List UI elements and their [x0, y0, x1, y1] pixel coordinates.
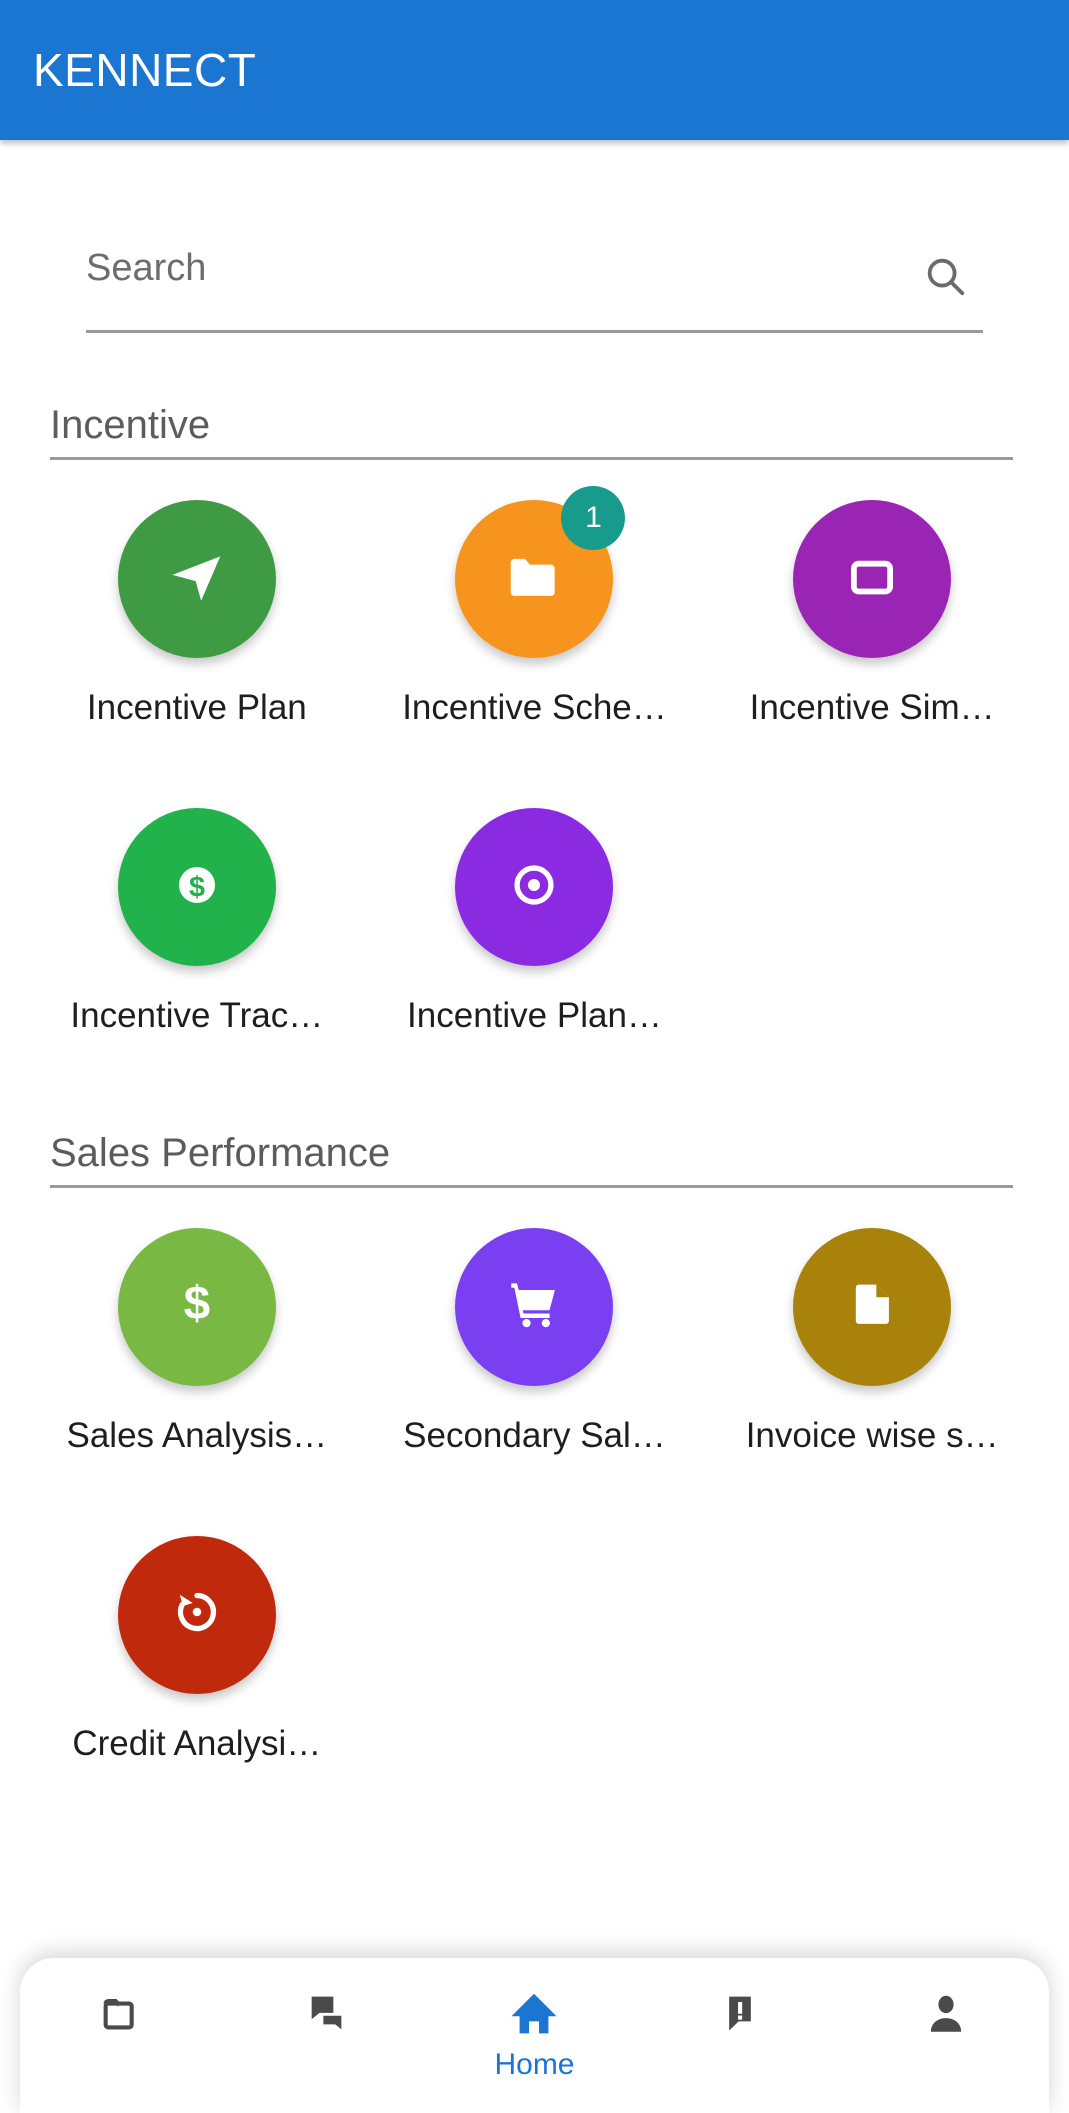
search-bar[interactable] — [86, 248, 983, 333]
tile-circle — [793, 1227, 952, 1386]
nav-item-chat[interactable] — [226, 1986, 432, 2050]
search-icon[interactable] — [919, 250, 971, 302]
tile-label: Credit Analysi… — [72, 1723, 322, 1763]
tile-grid-incentive: Incentive Plan 1 Incentive Sche… Incenti… — [28, 486, 1041, 1065]
folder-icon — [503, 546, 565, 613]
window-icon — [843, 548, 901, 611]
tile-empty — [366, 1536, 704, 1764]
tile-label: Secondary Sal… — [403, 1415, 666, 1455]
send-icon — [166, 546, 228, 613]
nav-label: Home — [494, 2048, 575, 2081]
target-dot-icon — [505, 856, 563, 919]
tile-icon-wrap — [117, 1535, 276, 1694]
section-incentive: Incentive — [50, 403, 1013, 460]
section-divider — [50, 457, 1013, 460]
tile-icon-wrap: $ — [117, 1227, 276, 1386]
tile-credit-analysis[interactable]: Credit Analysi… — [28, 1535, 366, 1764]
person-icon — [920, 1986, 972, 2042]
tile-icon-wrap — [455, 1227, 614, 1386]
nav-item-alerts[interactable] — [637, 1986, 843, 2050]
tile-circle — [117, 1535, 276, 1694]
tile-label: Incentive Sim… — [749, 688, 995, 727]
tile-label: Incentive Trac… — [70, 996, 324, 1036]
svg-text:$: $ — [184, 1277, 210, 1330]
document-icon — [843, 1275, 901, 1338]
tile-circle — [117, 500, 276, 658]
nav-item-home[interactable]: Home — [432, 1986, 638, 2080]
grid-row-spacer — [28, 1484, 1041, 1536]
nav-item-files[interactable] — [20, 1986, 226, 2050]
tile-circle — [793, 500, 952, 658]
tile-label: Incentive Plan… — [407, 996, 662, 1036]
tile-grid-sales: $ Sales Analysis… Secondary Sal… Invoice… — [28, 1227, 1041, 1793]
home-icon — [507, 1986, 561, 2042]
tile-icon-wrap: $ — [117, 808, 276, 967]
history-icon — [167, 1582, 227, 1647]
alert-bubble-icon — [714, 1986, 766, 2042]
section-title: Sales Performance — [50, 1130, 391, 1175]
tile-incentive-tracker[interactable]: $ Incentive Trac… — [28, 808, 366, 1036]
folder-outline-icon — [97, 1986, 149, 2042]
tile-circle — [455, 808, 614, 967]
tile-incentive-planner[interactable]: Incentive Plan… — [366, 808, 704, 1036]
section-title: Incentive — [50, 403, 211, 447]
search-input[interactable] — [86, 248, 759, 290]
tile-sales-analysis[interactable]: $ Sales Analysis… — [28, 1227, 366, 1456]
tile-label: Sales Analysis… — [66, 1415, 328, 1455]
tile-empty — [703, 1536, 1041, 1764]
shopping-cart-icon — [503, 1273, 565, 1340]
tile-invoice-wise-sales[interactable]: Invoice wise s… — [703, 1227, 1041, 1456]
badge-count: 1 — [585, 501, 602, 534]
dollar-sign-icon: $ — [167, 1274, 227, 1339]
tile-label: Invoice wise s… — [745, 1415, 999, 1455]
tile-circle: $ — [117, 1227, 276, 1386]
chat-bubbles-icon — [303, 1986, 355, 2042]
app-screen: KENNECT Incentive — [0, 0, 1069, 2113]
bottom-navigation: Home — [20, 1958, 1049, 2113]
tile-icon-wrap: 1 — [455, 486, 626, 658]
grid-row-spacer — [28, 756, 1041, 808]
dollar-circle-icon: $ — [167, 855, 227, 920]
tile-icon-wrap — [793, 1227, 952, 1386]
section-divider — [50, 1184, 1013, 1188]
page-content: Incentive Incentive Plan — [0, 248, 1069, 1792]
nav-item-profile[interactable] — [843, 1986, 1049, 2050]
tile-label: Incentive Plan — [86, 688, 307, 727]
tile-circle — [455, 1227, 614, 1386]
tile-icon-wrap — [455, 808, 614, 967]
svg-text:$: $ — [189, 871, 205, 903]
tile-label: Incentive Sche… — [402, 688, 667, 727]
tile-incentive-schedule[interactable]: 1 Incentive Sche… — [366, 486, 704, 728]
tile-empty — [703, 808, 1041, 1036]
tile-incentive-plan[interactable]: Incentive Plan — [28, 500, 366, 728]
app-bar: KENNECT — [0, 0, 1069, 140]
tile-incentive-simulator[interactable]: Incentive Sim… — [703, 500, 1041, 728]
tile-circle: $ — [117, 808, 276, 967]
tile-badge: 1 — [561, 486, 626, 550]
tile-secondary-sales[interactable]: Secondary Sal… — [366, 1227, 704, 1456]
section-sales-performance: Sales Performance — [50, 1131, 1013, 1188]
app-title: KENNECT — [33, 44, 257, 96]
tile-icon-wrap — [117, 500, 276, 658]
tile-icon-wrap — [793, 500, 952, 658]
